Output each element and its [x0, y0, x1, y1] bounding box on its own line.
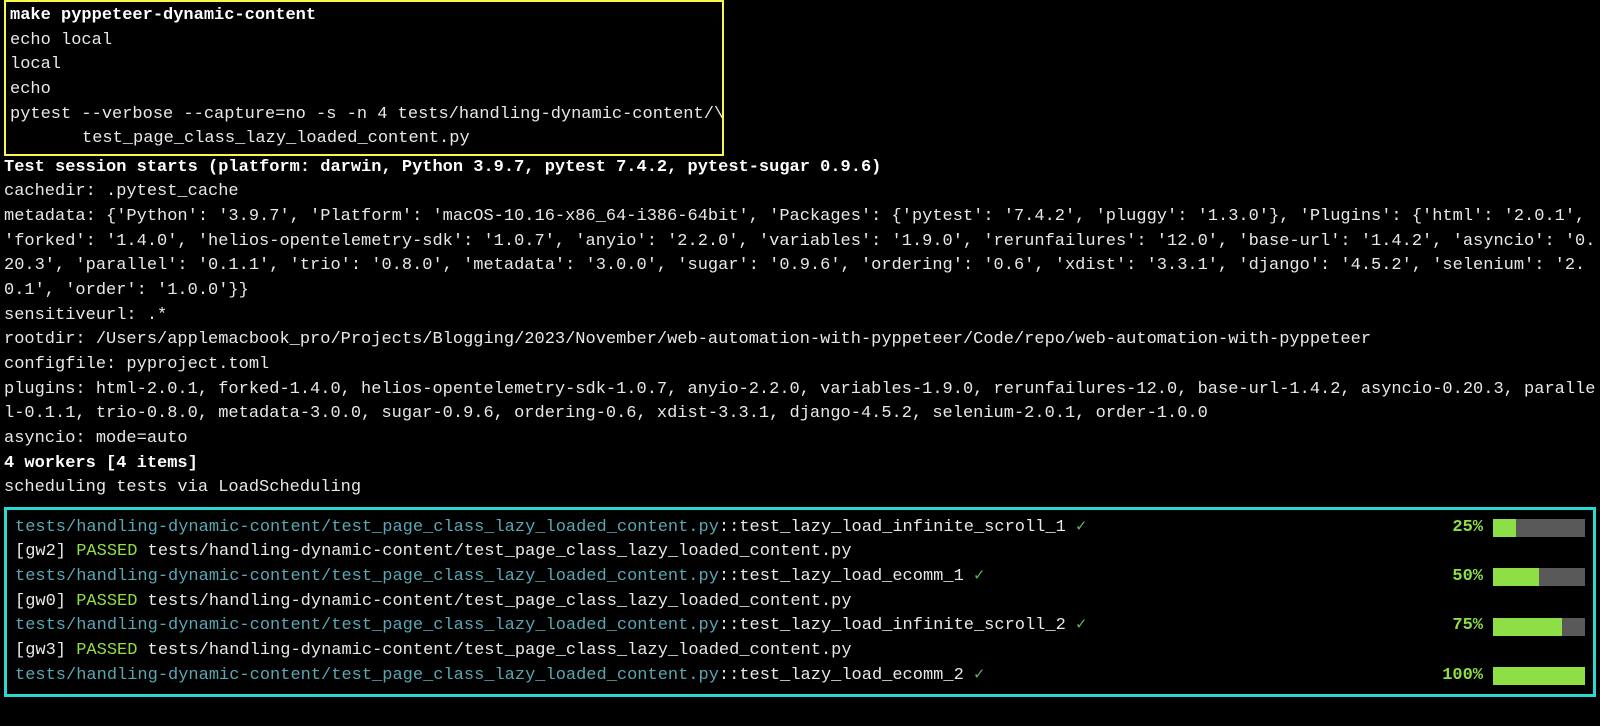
- check-icon: ✓: [974, 567, 984, 586]
- file-path: tests/handling-dynamic-content/test_page…: [137, 592, 851, 611]
- configfile-line: configfile: pyproject.toml: [4, 353, 1596, 378]
- echo-output: local: [10, 53, 718, 78]
- worker-id: [gw2]: [15, 542, 76, 561]
- worker-id: [gw3]: [15, 641, 76, 660]
- rootdir-line: rootdir: /Users/applemacbook_pro/Project…: [4, 328, 1596, 353]
- pytest-command-line-2: test_page_class_lazy_loaded_content.py: [10, 127, 718, 152]
- echo-line-2: echo: [10, 78, 718, 103]
- test-path: tests/handling-dynamic-content/test_page…: [15, 565, 1452, 590]
- cachedir-line: cachedir: .pytest_cache: [4, 180, 1596, 205]
- session-start-line: Test session starts (platform: darwin, P…: [4, 156, 1596, 181]
- worker-passed-line: [gw3] PASSED tests/handling-dynamic-cont…: [15, 639, 1585, 664]
- progress-bar-fill: [1493, 667, 1585, 685]
- test-name: test_lazy_load_ecomm_2: [739, 666, 974, 685]
- file-path: tests/handling-dynamic-content/test_page…: [137, 641, 851, 660]
- asyncio-line: asyncio: mode=auto: [4, 427, 1596, 452]
- test-name: test_lazy_load_ecomm_1: [739, 567, 974, 586]
- progress-percent: 50%: [1452, 565, 1483, 590]
- separator: ::: [719, 518, 739, 537]
- separator: ::: [719, 616, 739, 635]
- worker-passed-line: [gw2] PASSED tests/handling-dynamic-cont…: [15, 540, 1585, 565]
- file-path: tests/handling-dynamic-content/test_page…: [137, 542, 851, 561]
- progress-group: 100%: [1442, 664, 1585, 689]
- command-highlight-box: make pyppeteer-dynamic-content echo loca…: [4, 0, 724, 156]
- test-result-row: tests/handling-dynamic-content/test_page…: [15, 565, 1585, 590]
- progress-percent: 100%: [1442, 664, 1483, 689]
- file-path: tests/handling-dynamic-content/test_page…: [15, 567, 719, 586]
- worker-id: [gw0]: [15, 592, 76, 611]
- status-passed: PASSED: [76, 542, 137, 561]
- progress-bar-fill: [1493, 618, 1562, 636]
- test-results-box: tests/handling-dynamic-content/test_page…: [4, 507, 1596, 697]
- progress-group: 25%: [1452, 516, 1585, 541]
- scheduling-line: scheduling tests via LoadScheduling: [4, 476, 1596, 501]
- test-name: test_lazy_load_infinite_scroll_1: [739, 518, 1076, 537]
- check-icon: ✓: [1076, 518, 1086, 537]
- check-icon: ✓: [1076, 616, 1086, 635]
- progress-bar: [1493, 667, 1585, 685]
- test-result-row: tests/handling-dynamic-content/test_page…: [15, 516, 1585, 541]
- status-passed: PASSED: [76, 641, 137, 660]
- terminal-output: make pyppeteer-dynamic-content echo loca…: [0, 0, 1600, 726]
- separator: ::: [719, 666, 739, 685]
- progress-group: 50%: [1452, 565, 1585, 590]
- progress-bar: [1493, 568, 1585, 586]
- test-path: tests/handling-dynamic-content/test_page…: [15, 516, 1452, 541]
- file-path: tests/handling-dynamic-content/test_page…: [15, 666, 719, 685]
- sensitiveurl-line: sensitiveurl: .*: [4, 304, 1596, 329]
- test-path: tests/handling-dynamic-content/test_page…: [15, 664, 1442, 689]
- worker-passed-line: [gw0] PASSED tests/handling-dynamic-cont…: [15, 590, 1585, 615]
- make-command: make pyppeteer-dynamic-content: [10, 4, 718, 29]
- progress-bar-fill: [1493, 519, 1516, 537]
- file-path: tests/handling-dynamic-content/test_page…: [15, 518, 719, 537]
- file-path: tests/handling-dynamic-content/test_page…: [15, 616, 719, 635]
- status-passed: PASSED: [76, 592, 137, 611]
- progress-percent: 25%: [1452, 516, 1483, 541]
- test-name: test_lazy_load_infinite_scroll_2: [739, 616, 1076, 635]
- test-path: tests/handling-dynamic-content/test_page…: [15, 614, 1452, 639]
- progress-bar-fill: [1493, 568, 1539, 586]
- test-result-row: tests/handling-dynamic-content/test_page…: [15, 664, 1585, 689]
- progress-percent: 75%: [1452, 614, 1483, 639]
- pytest-command-line-1: pytest --verbose --capture=no -s -n 4 te…: [10, 103, 718, 128]
- test-result-row: tests/handling-dynamic-content/test_page…: [15, 614, 1585, 639]
- workers-line: 4 workers [4 items]: [4, 452, 1596, 477]
- separator: ::: [719, 567, 739, 586]
- check-icon: ✓: [974, 666, 984, 685]
- plugins-line: plugins: html-2.0.1, forked-1.4.0, helio…: [4, 378, 1596, 427]
- echo-line-1: echo local: [10, 29, 718, 54]
- progress-bar: [1493, 618, 1585, 636]
- metadata-line: metadata: {'Python': '3.9.7', 'Platform'…: [4, 205, 1596, 304]
- progress-bar: [1493, 519, 1585, 537]
- progress-group: 75%: [1452, 614, 1585, 639]
